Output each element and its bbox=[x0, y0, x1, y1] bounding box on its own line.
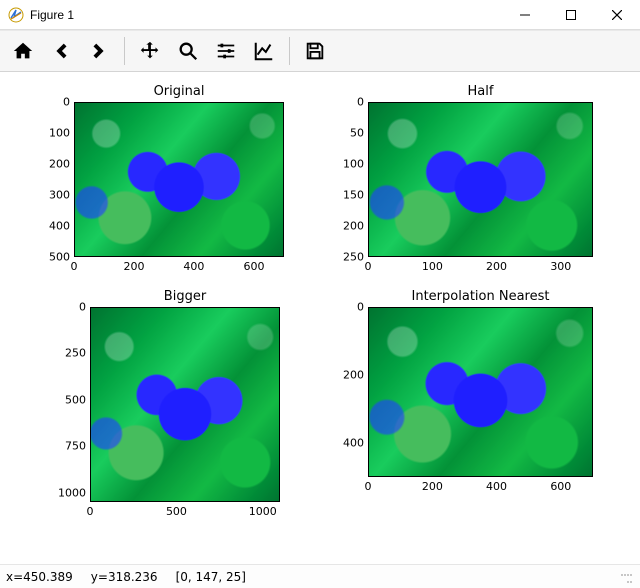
title-bar: Figure 1 bbox=[0, 0, 640, 30]
subplot-title: Bigger bbox=[90, 289, 280, 304]
ytick-label: 1000 bbox=[58, 486, 90, 499]
subplot-1: Half0501001502002500100200300 bbox=[368, 102, 593, 257]
plot-image bbox=[90, 307, 280, 502]
close-icon bbox=[612, 10, 622, 20]
ytick-label: 750 bbox=[65, 440, 90, 453]
ytick-label: 100 bbox=[49, 127, 74, 140]
cursor-y: y=318.236 bbox=[91, 570, 158, 584]
xtick-label: 200 bbox=[124, 257, 145, 273]
xtick-label: 500 bbox=[166, 502, 187, 518]
edit-plot-button[interactable] bbox=[245, 32, 283, 70]
maximize-button[interactable] bbox=[548, 0, 594, 30]
save-icon bbox=[304, 40, 326, 62]
ytick-label: 300 bbox=[49, 189, 74, 202]
ytick-label: 0 bbox=[357, 301, 368, 314]
maximize-icon bbox=[566, 10, 576, 20]
toolbar-separator bbox=[289, 37, 290, 65]
ytick-label: 200 bbox=[343, 369, 368, 382]
subplot-title: Half bbox=[368, 84, 593, 99]
ytick-label: 0 bbox=[357, 96, 368, 109]
ytick-label: 50 bbox=[350, 127, 368, 140]
subplot-2: Bigger0250500750100005001000 bbox=[90, 307, 280, 502]
ytick-label: 400 bbox=[343, 437, 368, 450]
arrow-right-icon bbox=[88, 40, 110, 62]
toolbar-separator bbox=[124, 37, 125, 65]
subplot-title: Interpolation Nearest bbox=[368, 289, 593, 304]
minimize-button[interactable] bbox=[502, 0, 548, 30]
ytick-label: 200 bbox=[49, 158, 74, 171]
xtick-label: 400 bbox=[183, 257, 204, 273]
figure-canvas[interactable]: Original01002003004005000200400600Half05… bbox=[0, 72, 640, 564]
status-bar: x=450.389 y=318.236 [0, 147, 25] bbox=[0, 564, 640, 588]
xtick-label: 600 bbox=[550, 477, 571, 493]
chart-line-icon bbox=[253, 40, 275, 62]
app-icon bbox=[8, 7, 24, 23]
xtick-label: 1000 bbox=[249, 502, 277, 518]
ytick-label: 200 bbox=[343, 220, 368, 233]
cursor-pixel-value: [0, 147, 25] bbox=[176, 570, 246, 584]
xtick-label: 0 bbox=[71, 257, 78, 273]
sliders-icon bbox=[215, 40, 237, 62]
toolbar bbox=[0, 30, 640, 72]
xtick-label: 0 bbox=[365, 257, 372, 273]
plot-image bbox=[368, 102, 593, 257]
forward-button[interactable] bbox=[80, 32, 118, 70]
xtick-label: 0 bbox=[87, 502, 94, 518]
xtick-label: 200 bbox=[486, 257, 507, 273]
ytick-label: 100 bbox=[343, 158, 368, 171]
ytick-label: 500 bbox=[65, 393, 90, 406]
arrow-left-icon bbox=[50, 40, 72, 62]
ytick-label: 0 bbox=[63, 96, 74, 109]
home-button[interactable] bbox=[4, 32, 42, 70]
ytick-label: 0 bbox=[79, 301, 90, 314]
cursor-x: x=450.389 bbox=[6, 570, 73, 584]
configure-subplots-button[interactable] bbox=[207, 32, 245, 70]
xtick-label: 600 bbox=[243, 257, 264, 273]
subplot-3: Interpolation Nearest02004000200400600 bbox=[368, 307, 593, 477]
move-icon bbox=[139, 40, 161, 62]
size-grip[interactable] bbox=[618, 569, 634, 585]
subplot-0: Original01002003004005000200400600 bbox=[74, 102, 284, 257]
xtick-label: 200 bbox=[422, 477, 443, 493]
close-button[interactable] bbox=[594, 0, 640, 30]
xtick-label: 400 bbox=[486, 477, 507, 493]
plot-image bbox=[74, 102, 284, 257]
ytick-label: 150 bbox=[343, 189, 368, 202]
search-icon bbox=[177, 40, 199, 62]
pan-button[interactable] bbox=[131, 32, 169, 70]
save-button[interactable] bbox=[296, 32, 334, 70]
xtick-label: 300 bbox=[550, 257, 571, 273]
xtick-label: 100 bbox=[422, 257, 443, 273]
ytick-label: 250 bbox=[65, 347, 90, 360]
back-button[interactable] bbox=[42, 32, 80, 70]
xtick-label: 0 bbox=[365, 477, 372, 493]
minimize-icon bbox=[520, 10, 530, 20]
zoom-button[interactable] bbox=[169, 32, 207, 70]
ytick-label: 400 bbox=[49, 220, 74, 233]
subplot-title: Original bbox=[74, 84, 284, 99]
home-icon bbox=[12, 40, 34, 62]
plot-image bbox=[368, 307, 593, 477]
window-title: Figure 1 bbox=[30, 8, 74, 22]
